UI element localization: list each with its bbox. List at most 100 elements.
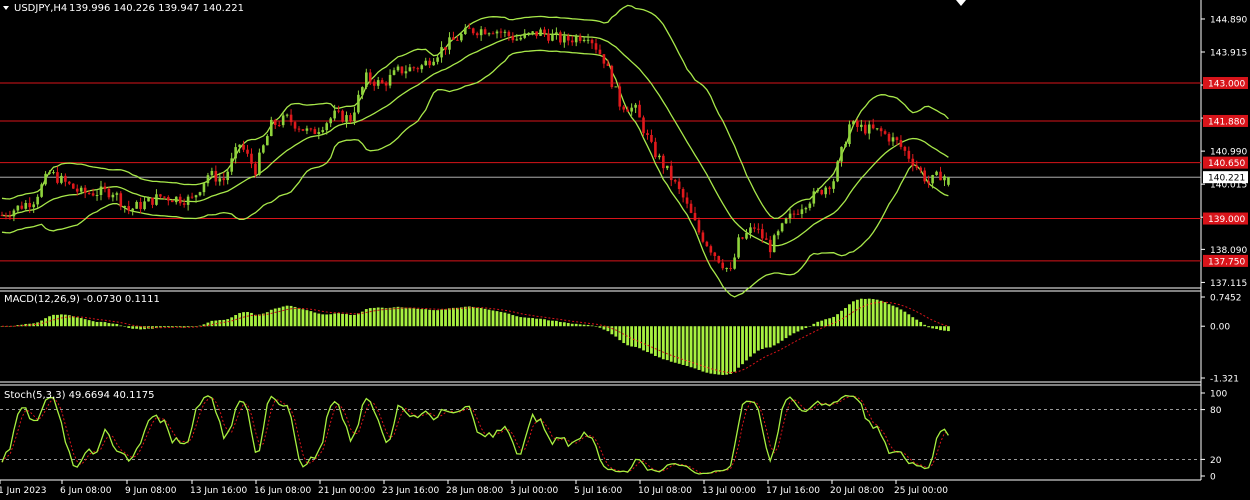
macd-bar [519,317,523,327]
macd-bar [246,311,249,327]
candle-body [222,178,226,181]
current-price-label: 140.221 [1208,174,1245,184]
candle-body [662,155,665,169]
candle-body [285,114,289,116]
macd-bar [760,326,764,349]
candle-body [321,130,325,133]
time-tick-label: 28 Jun 08:00 [446,486,503,496]
macd-bar [895,307,899,327]
candle-body [840,146,843,162]
level-price-label: 139.000 [1208,215,1245,225]
candle-body [262,145,265,153]
macd-bar [602,326,606,330]
candle-body [368,72,372,82]
macd-bar [277,307,281,327]
macd-bar [764,326,768,348]
macd-bar [400,307,404,327]
candle-body [194,195,198,198]
trading-chart[interactable]: 144.890143.915142.940141.965140.990140.0… [0,0,1250,500]
macd-bar [776,326,780,344]
macd-bar [396,306,400,327]
candle-body [614,86,618,88]
macd-bar [733,326,736,372]
level-price-label: 143.000 [1208,80,1245,90]
time-tick-label: 17 Jul 16:00 [766,486,820,496]
macd-bar [281,306,285,327]
candle-body [99,186,103,196]
candle-body [610,65,614,88]
macd-bar [384,308,388,327]
candle-body [586,39,590,41]
candle-body [646,133,649,136]
candle-body [729,267,732,269]
candle-body [871,124,875,129]
macd-bar [844,308,847,327]
macd-bar [71,316,75,327]
macd-bar [547,320,550,327]
candle-body [36,196,39,205]
macd-bar [867,298,871,327]
macd-bar [741,326,744,365]
macd-bar [75,317,79,327]
level-price-label: 140.650 [1208,159,1245,169]
macd-bar [436,310,439,327]
candle-body [665,165,669,169]
macd-bar [511,315,515,327]
macd-bar [796,326,800,332]
candle-body [582,39,586,41]
candle-body [515,39,519,41]
candle-body [75,188,79,192]
candle-body [400,66,404,74]
candle-body [91,193,95,196]
candle-body [83,187,87,193]
macd-bar [321,314,325,327]
macd-bar [123,326,127,327]
stoch-tick-label: 100 [1210,390,1227,400]
macd-bar [784,326,788,339]
candle-body [24,203,28,209]
macd-bar [305,310,309,327]
macd-bar [432,310,436,327]
macd-bar [824,319,828,327]
candle-body [543,29,546,34]
macd-bar [230,317,234,327]
price-tick-label: 143.915 [1210,49,1247,59]
macd-bar [388,307,392,327]
candle-body [618,86,622,107]
candle-body [745,233,748,239]
macd-bar [903,311,907,327]
macd-bar [258,314,261,327]
macd-bar [721,326,725,375]
macd-bar [226,319,230,327]
candle-body [828,187,831,189]
macd-bar [745,326,748,361]
candle-body [475,33,479,36]
candle-body [479,29,483,36]
macd-bar [756,326,760,351]
macd-bar [293,306,297,327]
candle-body [273,119,277,125]
candle-body [56,172,59,183]
macd-bar [594,326,598,327]
macd-bar [657,326,661,358]
candle-body [808,203,812,208]
macd-bar [238,313,241,327]
candle-body [44,173,47,185]
candle-body [939,171,942,181]
candle-body [135,201,138,209]
candle-body [816,190,820,192]
candle-body [911,158,915,166]
candle-body [535,31,538,36]
price-tick-label: 144.890 [1210,15,1247,25]
candle-body [456,39,459,41]
candle-body [681,189,685,198]
candle-body [115,193,119,195]
macd-bar [725,326,729,375]
candle-body [16,205,20,211]
macd-bar [907,314,911,327]
macd-bar [162,326,166,328]
candle-body [800,209,804,215]
macd-title: MACD(12,26,9) -0.0730 0.1111 [4,294,160,305]
macd-bar [574,323,578,327]
candle-body [943,176,946,181]
